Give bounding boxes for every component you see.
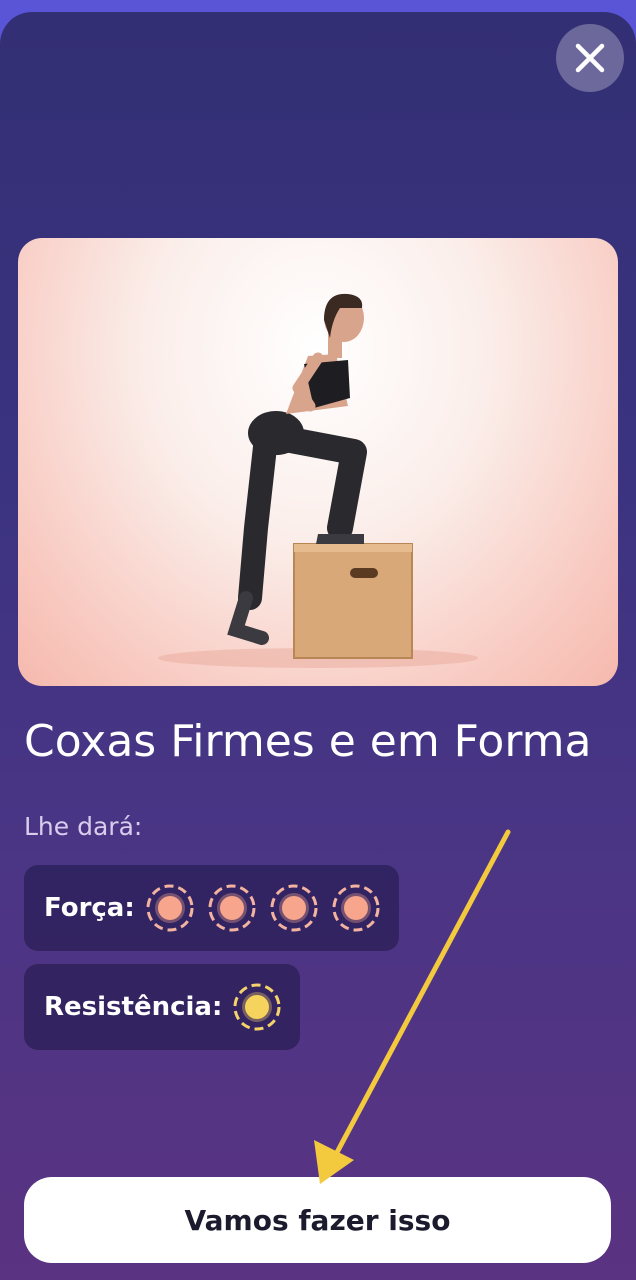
rating-dot-icon (208, 884, 256, 932)
stat-label-strength: Força: (44, 893, 135, 923)
rating-dot-icon (146, 884, 194, 932)
stat-strength: Força: (24, 865, 399, 951)
program-hero-image (18, 238, 618, 686)
woman-step-up-illustration (158, 293, 478, 668)
rating-dot-icon (233, 983, 281, 1031)
close-button[interactable] (556, 24, 624, 92)
stat-endurance: Resistência: (24, 964, 301, 1050)
stat-label-endurance: Resistência: (44, 992, 223, 1022)
program-title: Coxas Firmes e em Forma (24, 716, 592, 767)
program-sheet: Coxas Firmes e em Forma Lhe dará: Força:… (0, 12, 636, 1280)
start-program-button[interactable]: Vamos fazer isso (24, 1177, 611, 1263)
stat-endurance-rating (232, 982, 282, 1032)
close-icon (575, 43, 605, 73)
benefits-label: Lhe dará: (24, 812, 143, 841)
rating-dot-icon (270, 884, 318, 932)
rating-dot-icon (332, 884, 380, 932)
stat-strength-rating (145, 883, 381, 933)
